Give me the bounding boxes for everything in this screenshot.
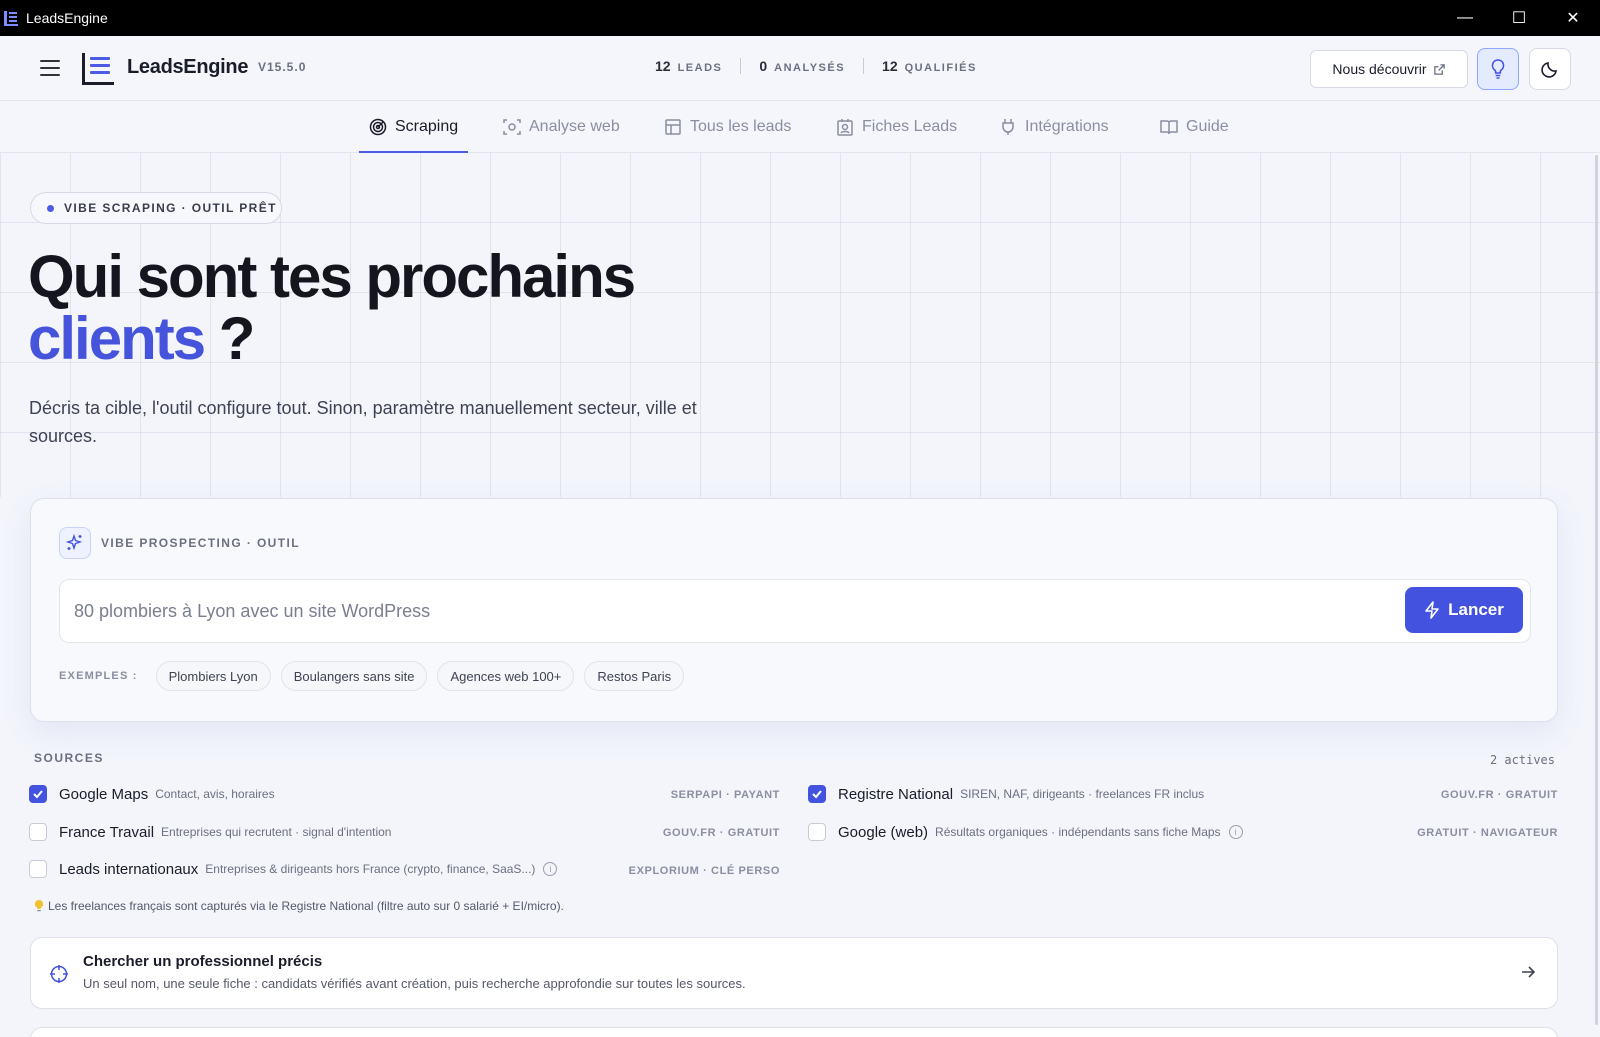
lightbulb-icon bbox=[1491, 59, 1505, 79]
maximize-button[interactable]: ☐ bbox=[1492, 0, 1546, 36]
close-button[interactable]: ✕ bbox=[1546, 0, 1600, 36]
checkbox-unchecked[interactable] bbox=[29, 823, 47, 841]
page-title: Qui sont tes prochains clients ? bbox=[28, 243, 636, 372]
stat-leads: 12 LEADS bbox=[655, 58, 723, 74]
source-google-maps[interactable]: Google Maps Contact, avis, horaires bbox=[29, 783, 275, 805]
external-link-icon bbox=[1433, 63, 1445, 75]
sources-title: SOURCES bbox=[34, 751, 104, 765]
source-international[interactable]: Leads internationaux Entreprises & dirig… bbox=[29, 858, 558, 880]
table-icon bbox=[665, 119, 681, 135]
stats-bar: 12 LEADS 0 ANALYSÉS 12 QUALIFIÉS bbox=[655, 58, 977, 74]
brand-name: LeadsEngine bbox=[127, 56, 249, 78]
vibe-prompt-input[interactable] bbox=[59, 579, 1531, 643]
app-logo-icon bbox=[4, 10, 18, 26]
example-chip[interactable]: Boulangers sans site bbox=[280, 661, 428, 691]
checkbox-unchecked[interactable] bbox=[808, 823, 826, 841]
sparkles-icon bbox=[59, 527, 91, 559]
source-tag: EXPLORIUM · CLÉ PERSO bbox=[628, 865, 780, 877]
menu-icon[interactable] bbox=[40, 60, 60, 76]
source-france-travail[interactable]: France Travail Entreprises qui recrutent… bbox=[29, 821, 391, 843]
radar-icon bbox=[369, 118, 387, 136]
source-registre-national[interactable]: Registre National SIREN, NAF, dirigeants… bbox=[808, 783, 1204, 805]
page-subtitle: Décris ta cible, l'outil configure tout.… bbox=[29, 398, 697, 446]
main-tabs: Scraping Analyse web Tous les leads Fich… bbox=[0, 101, 1600, 153]
pro-search-title: Chercher un professionnel précis bbox=[83, 953, 323, 970]
launch-button[interactable]: Lancer bbox=[1405, 587, 1523, 633]
sources-active-count: 2 actives bbox=[1489, 753, 1555, 767]
tab-analyse-web[interactable]: Analyse web bbox=[503, 101, 620, 153]
checkbox-unchecked[interactable] bbox=[29, 860, 47, 878]
tab-integrations[interactable]: Intégrations bbox=[999, 101, 1109, 153]
example-chip[interactable]: Restos Paris bbox=[584, 661, 685, 691]
window-titlebar: LeadsEngine — ☐ ✕ bbox=[0, 0, 1600, 36]
example-chip[interactable]: Agences web 100+ bbox=[437, 661, 575, 691]
tab-scraping[interactable]: Scraping bbox=[358, 101, 469, 153]
checkbox-checked[interactable] bbox=[29, 785, 47, 803]
lightbulb-icon bbox=[34, 899, 44, 911]
version-label: V15.5.0 bbox=[258, 60, 307, 74]
pro-search-desc: Un seul nom, une seule fiche : candidats… bbox=[83, 976, 746, 991]
stat-analyses: 0 ANALYSÉS bbox=[759, 58, 846, 74]
source-tag: GOUV.FR · GRATUIT bbox=[1440, 789, 1558, 801]
checkbox-checked[interactable] bbox=[808, 785, 826, 803]
vibe-prospecting-card: VIBE PROSPECTING · OUTIL Lancer EXEMPLES… bbox=[30, 498, 1558, 722]
info-icon[interactable]: i bbox=[1228, 825, 1243, 839]
examples-row: EXEMPLES : Plombiers Lyon Boulangers san… bbox=[59, 661, 685, 691]
theme-toggle-button[interactable] bbox=[1529, 48, 1571, 90]
title-accent: clients bbox=[28, 305, 206, 372]
tab-lead-cards[interactable]: Fiches Leads bbox=[836, 101, 957, 153]
source-tag: GOUV.FR · GRATUIT bbox=[662, 827, 780, 839]
tips-button[interactable] bbox=[1477, 48, 1519, 90]
vibe-label: VIBE PROSPECTING · OUTIL bbox=[101, 536, 300, 550]
stat-qualified: 12 QUALIFIÉS bbox=[882, 58, 977, 74]
minimize-button[interactable]: — bbox=[1438, 0, 1492, 36]
status-badge: VIBE SCRAPING · OUTIL PRÊT bbox=[30, 192, 282, 224]
book-icon bbox=[1160, 120, 1178, 135]
arrow-right-icon bbox=[1522, 966, 1536, 978]
tab-all-leads[interactable]: Tous les leads bbox=[664, 101, 791, 153]
pro-search-card[interactable]: Chercher un professionnel précis Un seul… bbox=[30, 937, 1558, 1009]
scan-icon bbox=[503, 119, 521, 135]
tab-guide[interactable]: Guide bbox=[1160, 101, 1229, 153]
lightning-icon bbox=[1425, 601, 1439, 619]
contact-card-icon bbox=[837, 119, 853, 136]
scrollbar[interactable] bbox=[1595, 155, 1598, 1025]
source-google-web[interactable]: Google (web) Résultats organiques · indé… bbox=[808, 821, 1243, 843]
source-tag: GRATUIT · NAVIGATEUR bbox=[1417, 827, 1558, 839]
source-tag: SERPAPI · PAYANT bbox=[670, 789, 780, 801]
app-header: LeadsEngine V15.5.0 12 LEADS 0 ANALYSÉS 12… bbox=[0, 36, 1600, 101]
moon-icon bbox=[1541, 62, 1557, 78]
plug-icon bbox=[1002, 119, 1014, 135]
example-chip[interactable]: Plombiers Lyon bbox=[155, 661, 271, 691]
info-icon[interactable]: i bbox=[543, 862, 558, 876]
freelance-note: Les freelances français sont capturés vi… bbox=[34, 899, 564, 913]
next-card bbox=[30, 1027, 1558, 1037]
window-title: LeadsEngine bbox=[26, 10, 108, 26]
discover-button[interactable]: Nous découvrir bbox=[1310, 50, 1468, 88]
status-dot-icon bbox=[47, 204, 54, 212]
brand-logo-icon bbox=[82, 53, 114, 85]
crosshair-icon bbox=[50, 965, 68, 983]
